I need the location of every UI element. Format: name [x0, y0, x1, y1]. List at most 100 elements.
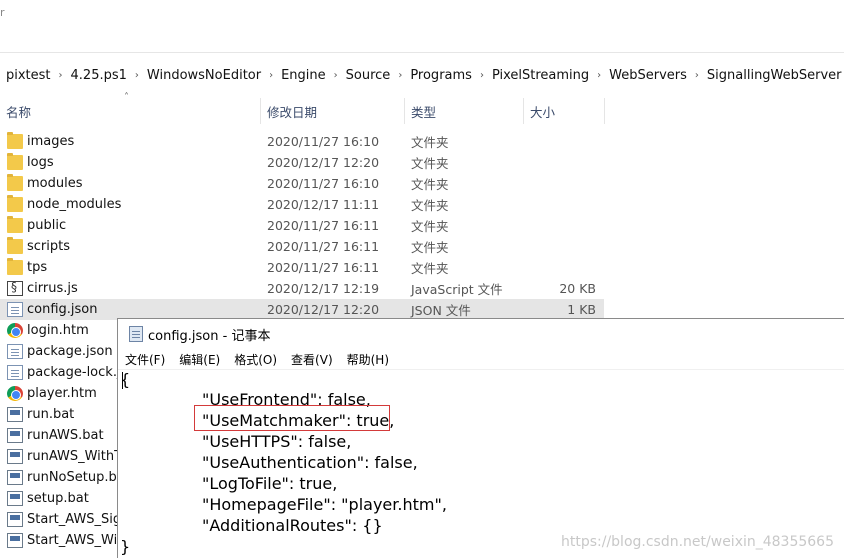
chevron-right-icon[interactable]: ›	[133, 70, 141, 81]
file-row[interactable]: scripts 2020/11/27 16:11 文件夹	[0, 236, 604, 257]
file-name: config.json	[27, 302, 98, 317]
file-date: 2020/11/27 16:11	[267, 218, 380, 233]
file-date: 2020/11/27 16:11	[267, 260, 380, 275]
json-line: "UseHTTPS": false,	[202, 432, 352, 451]
breadcrumb-item[interactable]: 4.25.ps1	[65, 68, 133, 83]
file-name: run.bat	[27, 407, 75, 422]
file-name: package-lock.js	[27, 365, 128, 380]
json-line: "UseAuthentication": false,	[202, 453, 418, 472]
breadcrumb-item[interactable]: pixtest	[0, 68, 57, 83]
file-row[interactable]: tps 2020/11/27 16:11 文件夹	[0, 257, 604, 278]
file-row[interactable]: public 2020/11/27 16:11 文件夹	[0, 215, 604, 236]
column-header-size[interactable]: 大小	[524, 98, 604, 124]
breadcrumb-item[interactable]: WindowsNoEditor	[141, 68, 267, 83]
file-name: Start_AWS_Sign	[27, 512, 130, 527]
chevron-right-icon[interactable]: ›	[332, 70, 340, 81]
file-type: 文件夹	[411, 135, 449, 150]
notepad-icon	[129, 326, 143, 342]
chevron-right-icon[interactable]: ›	[595, 70, 603, 81]
chevron-right-icon[interactable]: ›	[267, 70, 275, 81]
file-row[interactable]: node_modules 2020/12/17 11:11 文件夹	[0, 194, 604, 215]
column-divider[interactable]	[604, 98, 605, 124]
folder-icon	[7, 132, 23, 149]
file-type: 文件夹	[411, 156, 449, 171]
json-line: "AdditionalRoutes": {}	[202, 516, 383, 535]
file-type: 文件夹	[411, 198, 449, 213]
file-name: runNoSetup.bat	[27, 470, 130, 485]
file-row[interactable]: cirrus.js 2020/12/17 12:19 JavaScript 文件…	[0, 278, 604, 299]
chrome-icon	[7, 323, 23, 338]
file-date: 2020/11/27 16:10	[267, 134, 380, 149]
file-type: 文件夹	[411, 219, 449, 234]
menu-view[interactable]: 查看(V)	[284, 351, 340, 368]
notepad-window[interactable]: config.json - 记事本 文件(F) 编辑(E) 格式(O) 查看(V…	[117, 318, 844, 558]
breadcrumb-item[interactable]: Source	[340, 68, 397, 83]
document-icon	[7, 344, 23, 359]
file-name: node_modules	[27, 197, 122, 212]
menu-format[interactable]: 格式(O)	[227, 351, 284, 368]
column-header-date[interactable]: 修改日期	[261, 98, 404, 124]
document-icon	[7, 302, 23, 317]
file-type: JavaScript 文件	[411, 282, 503, 297]
json-line: "HomepageFile": "player.htm",	[202, 495, 447, 514]
json-line-highlighted: "UseMatchmaker": true,	[202, 411, 395, 430]
file-name: login.htm	[27, 323, 89, 338]
file-name: tps	[27, 260, 48, 275]
file-name: setup.bat	[27, 491, 89, 506]
file-date: 2020/12/17 12:20	[267, 155, 380, 170]
menu-edit[interactable]: 编辑(E)	[172, 351, 227, 368]
folder-icon	[7, 258, 23, 275]
json-line: "LogToFile": true,	[202, 474, 338, 493]
json-line: {	[120, 370, 131, 389]
file-name: images	[27, 134, 75, 149]
file-name: cirrus.js	[27, 281, 78, 296]
chevron-right-icon[interactable]: ›	[57, 70, 65, 81]
notepad-text-area[interactable]: { "UseFrontend": false, "UseMatchmaker":…	[118, 370, 844, 558]
file-name: runAWS.bat	[27, 428, 104, 443]
file-date: 2020/12/17 11:11	[267, 197, 380, 212]
menu-help[interactable]: 帮助(H)	[340, 351, 396, 368]
batch-file-icon	[7, 470, 23, 485]
file-row[interactable]: modules 2020/11/27 16:10 文件夹	[0, 173, 604, 194]
folder-icon	[7, 216, 23, 233]
folder-icon	[7, 237, 23, 254]
notepad-title: config.json - 记事本	[148, 329, 271, 344]
file-date: 2020/12/17 12:20	[267, 302, 380, 317]
file-size: 1 KB	[567, 302, 596, 317]
batch-file-icon	[7, 512, 23, 527]
folder-icon	[7, 174, 23, 191]
breadcrumb-item[interactable]: Engine	[275, 68, 332, 83]
file-row[interactable]: images 2020/11/27 16:10 文件夹	[0, 131, 604, 152]
file-type: 文件夹	[411, 261, 449, 276]
notepad-title-bar[interactable]: config.json - 记事本	[118, 319, 844, 349]
chrome-icon	[7, 386, 23, 401]
file-row[interactable]: logs 2020/12/17 12:20 文件夹	[0, 152, 604, 173]
chevron-right-icon[interactable]: ›	[478, 70, 486, 81]
file-row-selected[interactable]: config.json 2020/12/17 12:20 JSON 文件 1 K…	[0, 299, 604, 320]
chevron-right-icon[interactable]: ›	[693, 70, 701, 81]
batch-file-icon	[7, 407, 23, 422]
breadcrumb-item[interactable]: SignallingWebServer	[701, 68, 844, 83]
file-name: public	[27, 218, 67, 233]
batch-file-icon	[7, 533, 23, 548]
breadcrumb-item[interactable]: Programs	[404, 68, 478, 83]
file-name: package.json	[27, 344, 113, 359]
breadcrumb[interactable]: pixtest › 4.25.ps1 › WindowsNoEditor › E…	[0, 63, 844, 87]
script-file-icon	[7, 280, 23, 296]
file-type: JSON 文件	[411, 303, 471, 318]
file-name: runAWS_WithTU	[27, 449, 132, 464]
watermark: https://blog.csdn.net/weixin_48355665	[560, 534, 834, 550]
file-name: Start_AWS_With	[27, 533, 131, 548]
breadcrumb-item[interactable]: WebServers	[603, 68, 693, 83]
batch-file-icon	[7, 428, 23, 443]
document-icon	[7, 365, 23, 380]
chevron-right-icon[interactable]: ›	[396, 70, 404, 81]
column-header-type[interactable]: 类型	[405, 98, 523, 124]
ribbon-divider	[0, 52, 844, 53]
breadcrumb-item[interactable]: PixelStreaming	[486, 68, 595, 83]
file-date: 2020/11/27 16:11	[267, 239, 380, 254]
menu-file[interactable]: 文件(F)	[118, 351, 172, 368]
file-name: logs	[27, 155, 54, 170]
column-header-name[interactable]: 名称	[0, 98, 260, 124]
file-name: modules	[27, 176, 83, 191]
